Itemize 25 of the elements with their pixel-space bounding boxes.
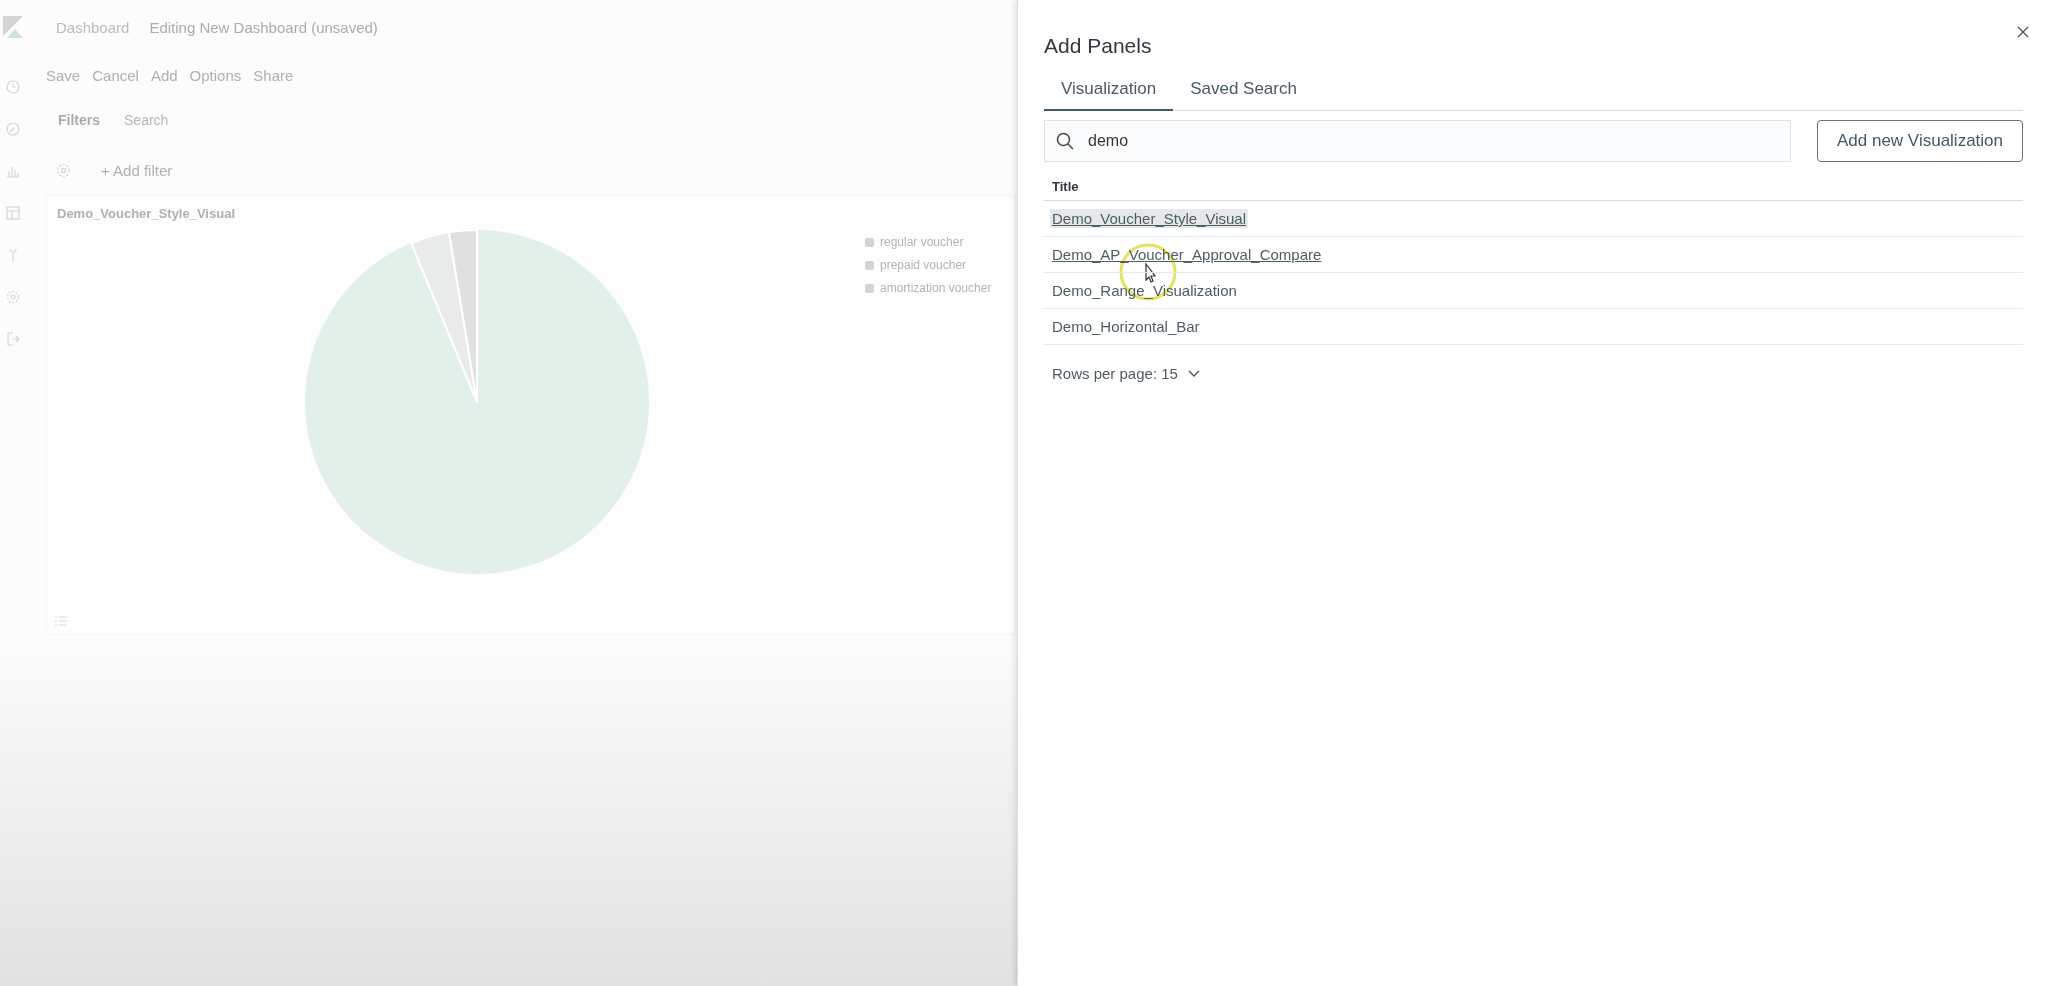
panel-title: Demo_Voucher_Style_Visual bbox=[57, 206, 236, 221]
search-field[interactable]: demo bbox=[1044, 120, 1791, 162]
rows-per-page-button[interactable]: Rows per page: 15 bbox=[1050, 363, 1202, 384]
clock-icon[interactable] bbox=[6, 80, 20, 94]
compass-icon[interactable] bbox=[6, 122, 20, 136]
add-visualization-button[interactable]: Add new Visualization bbox=[1817, 120, 2023, 162]
search-field[interactable]: Search bbox=[122, 111, 426, 129]
close-icon[interactable] bbox=[2017, 26, 2029, 38]
search-icon bbox=[1056, 132, 1074, 150]
breadcrumb: Editing New Dashboard (unsaved) bbox=[149, 19, 378, 36]
gear-icon[interactable] bbox=[6, 290, 20, 304]
visualization-link[interactable]: Demo_Horizontal_Bar bbox=[1050, 317, 1202, 336]
logo-icon[interactable] bbox=[3, 16, 23, 38]
visualization-link[interactable]: Demo_Voucher_Style_Visual bbox=[1050, 209, 1248, 228]
column-header[interactable]: Title bbox=[1052, 178, 1079, 194]
dashboard-icon[interactable] bbox=[6, 206, 20, 220]
exit-icon[interactable] bbox=[6, 332, 20, 346]
tab[interactable]: Visualization bbox=[1044, 71, 1174, 111]
chevron-down-icon bbox=[1187, 369, 1200, 378]
tab[interactable]: Saved Search bbox=[1173, 71, 1314, 111]
wrench-icon[interactable] bbox=[6, 248, 20, 262]
filters-label: Filters bbox=[58, 112, 100, 128]
flyout-title: Add Panels bbox=[1044, 34, 1153, 58]
chart-icon[interactable] bbox=[6, 164, 20, 178]
settings-icon[interactable] bbox=[56, 162, 71, 178]
